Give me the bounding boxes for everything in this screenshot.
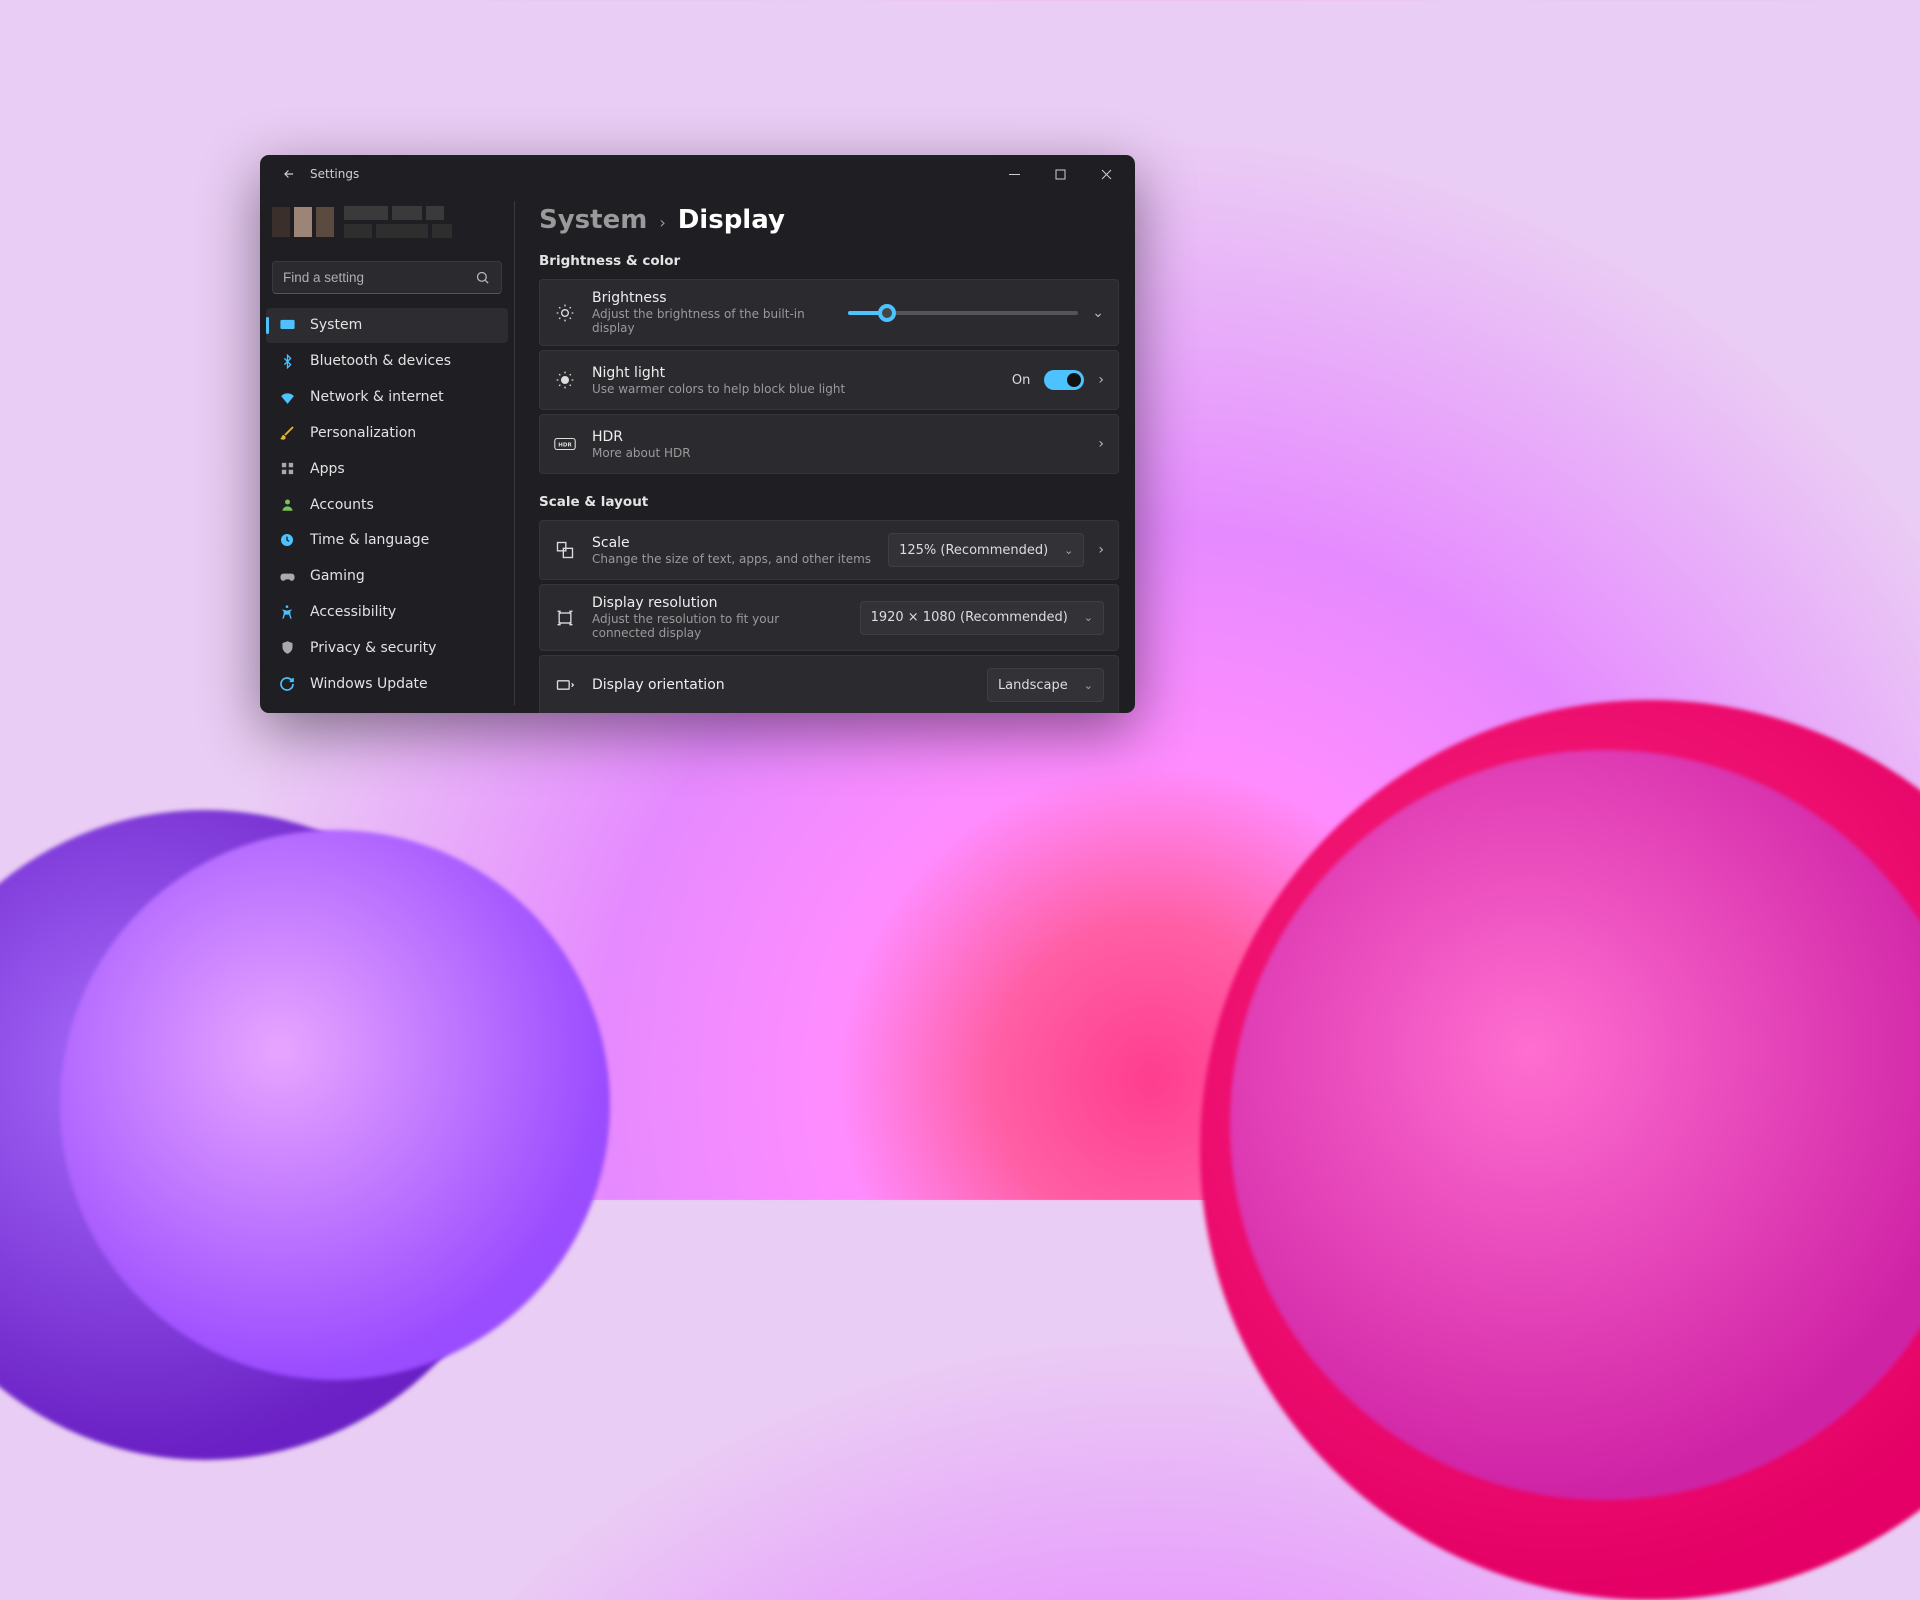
- wifi-icon: [278, 388, 296, 406]
- brightness-slider[interactable]: [848, 311, 1078, 315]
- search-input[interactable]: [283, 270, 475, 285]
- orientation-title: Display orientation: [592, 677, 971, 693]
- sidebar-item-bluetooth[interactable]: Bluetooth & devices: [266, 344, 508, 379]
- sidebar-item-accessibility[interactable]: Accessibility: [266, 595, 508, 630]
- sidebar-item-label: Gaming: [310, 568, 365, 584]
- night-light-sub: Use warmer colors to help block blue lig…: [592, 382, 996, 396]
- chevron-right-icon[interactable]: ›: [1098, 436, 1104, 452]
- globe-clock-icon: [278, 531, 296, 549]
- sidebar-item-network[interactable]: Network & internet: [266, 380, 508, 415]
- sidebar-item-time-language[interactable]: Time & language: [266, 523, 508, 558]
- chevron-down-icon[interactable]: ⌄: [1092, 305, 1104, 321]
- sidebar-item-label: Windows Update: [310, 676, 428, 692]
- sidebar-item-label: Bluetooth & devices: [310, 353, 451, 369]
- section-title-scale: Scale & layout: [539, 494, 1119, 510]
- avatar: [272, 207, 334, 237]
- hdr-icon: HDR: [554, 433, 576, 455]
- breadcrumb-parent[interactable]: System: [539, 205, 647, 235]
- sidebar-item-system[interactable]: System: [266, 308, 508, 343]
- night-light-icon: [554, 369, 576, 391]
- orientation-value: Landscape: [998, 678, 1068, 693]
- sidebar-item-label: Network & internet: [310, 389, 444, 405]
- scale-sub: Change the size of text, apps, and other…: [592, 552, 872, 566]
- back-button[interactable]: [274, 159, 304, 189]
- resolution-row[interactable]: Display resolution Adjust the resolution…: [539, 584, 1119, 651]
- apps-icon: [278, 460, 296, 478]
- scale-value: 125% (Recommended): [899, 543, 1048, 558]
- orientation-select[interactable]: Landscape ⌄: [987, 668, 1104, 702]
- paintbrush-icon: [278, 424, 296, 442]
- brightness-sub: Adjust the brightness of the built-in di…: [592, 307, 832, 335]
- sidebar-item-label: Time & language: [310, 532, 429, 548]
- resolution-sub: Adjust the resolution to fit your connec…: [592, 612, 844, 640]
- sidebar-item-windows-update[interactable]: Windows Update: [266, 666, 508, 701]
- resolution-select[interactable]: 1920 × 1080 (Recommended) ⌄: [860, 601, 1104, 635]
- sidebar-item-label: System: [310, 317, 362, 333]
- sidebar: System Bluetooth & devices Network & int…: [260, 193, 514, 713]
- update-icon: [278, 675, 296, 693]
- night-light-title: Night light: [592, 365, 996, 381]
- section-title-brightness: Brightness & color: [539, 253, 1119, 269]
- sidebar-item-gaming[interactable]: Gaming: [266, 559, 508, 594]
- person-icon: [278, 496, 296, 514]
- settings-window: Settings: [260, 155, 1135, 713]
- night-light-state: On: [1012, 373, 1030, 388]
- sun-icon: [554, 302, 576, 324]
- gamepad-icon: [278, 567, 296, 585]
- scale-icon: [554, 539, 576, 561]
- content-area: System › Display Brightness & color Brig…: [515, 193, 1135, 713]
- profile-block[interactable]: [272, 193, 502, 251]
- hdr-sub: More about HDR: [592, 446, 1082, 460]
- chevron-right-icon[interactable]: ›: [1098, 372, 1104, 388]
- night-light-row[interactable]: Night light Use warmer colors to help bl…: [539, 350, 1119, 410]
- sidebar-item-label: Personalization: [310, 425, 416, 441]
- chevron-right-icon[interactable]: ›: [1098, 542, 1104, 558]
- scale-row[interactable]: Scale Change the size of text, apps, and…: [539, 520, 1119, 580]
- resolution-icon: [554, 607, 576, 629]
- breadcrumb: System › Display: [539, 205, 1119, 235]
- search-icon: [475, 270, 491, 286]
- chevron-down-icon: ⌄: [1084, 611, 1093, 624]
- close-button[interactable]: [1083, 159, 1129, 189]
- search-box[interactable]: [272, 261, 502, 294]
- profile-text: [344, 206, 452, 238]
- display-icon: [278, 316, 296, 334]
- maximize-button[interactable]: [1037, 159, 1083, 189]
- sidebar-item-personalization[interactable]: Personalization: [266, 415, 508, 450]
- accessibility-icon: [278, 603, 296, 621]
- scale-select[interactable]: 125% (Recommended) ⌄: [888, 533, 1084, 567]
- sidebar-item-apps[interactable]: Apps: [266, 451, 508, 486]
- hdr-title: HDR: [592, 429, 1082, 445]
- breadcrumb-current: Display: [678, 205, 785, 235]
- sidebar-item-label: Privacy & security: [310, 640, 436, 656]
- bluetooth-icon: [278, 352, 296, 370]
- sidebar-item-label: Accounts: [310, 497, 374, 513]
- sidebar-item-label: Apps: [310, 461, 345, 477]
- sidebar-item-label: Accessibility: [310, 604, 396, 620]
- sidebar-item-accounts[interactable]: Accounts: [266, 487, 508, 522]
- scale-title: Scale: [592, 535, 872, 551]
- nav-list: System Bluetooth & devices Network & int…: [266, 308, 508, 701]
- chevron-right-icon: ›: [659, 213, 665, 232]
- shield-icon: [278, 639, 296, 657]
- window-title: Settings: [310, 167, 359, 181]
- titlebar: Settings: [260, 155, 1135, 193]
- hdr-row[interactable]: HDR HDR More about HDR ›: [539, 414, 1119, 474]
- orientation-row[interactable]: Display orientation Landscape ⌄: [539, 655, 1119, 713]
- chevron-down-icon: ⌄: [1064, 544, 1073, 557]
- chevron-down-icon: ⌄: [1084, 679, 1093, 692]
- resolution-value: 1920 × 1080 (Recommended): [871, 610, 1068, 625]
- brightness-row[interactable]: Brightness Adjust the brightness of the …: [539, 279, 1119, 346]
- svg-text:HDR: HDR: [558, 442, 572, 448]
- sidebar-item-privacy[interactable]: Privacy & security: [266, 630, 508, 665]
- minimize-button[interactable]: [991, 159, 1037, 189]
- orientation-icon: [554, 674, 576, 696]
- night-light-toggle[interactable]: [1044, 370, 1084, 390]
- brightness-title: Brightness: [592, 290, 832, 306]
- resolution-title: Display resolution: [592, 595, 844, 611]
